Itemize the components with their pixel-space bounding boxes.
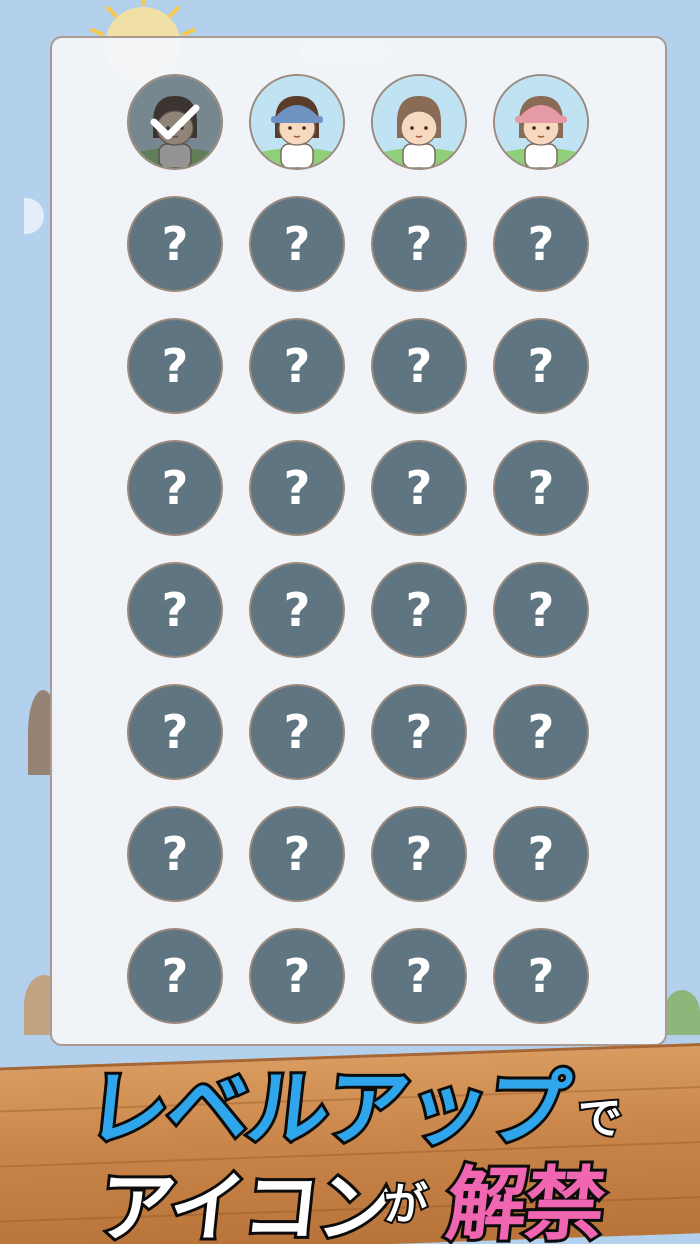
locked-icon-slot[interactable]: ? (127, 684, 223, 780)
locked-icon-slot[interactable]: ? (371, 562, 467, 658)
locked-icon-slot[interactable]: ? (127, 928, 223, 1024)
question-mark-icon: ? (283, 705, 311, 759)
question-mark-icon: ? (527, 705, 555, 759)
icon-slot-avatar-brown-hair[interactable] (371, 74, 467, 170)
hill-decoration (664, 990, 700, 1035)
icon-slot-avatar-blue-cap[interactable] (249, 74, 345, 170)
question-mark-icon: ? (161, 583, 189, 637)
question-mark-icon: ? (405, 461, 433, 515)
question-mark-icon: ? (405, 705, 433, 759)
avatar-icon (373, 76, 465, 168)
question-mark-icon: ? (405, 583, 433, 637)
locked-icon-slot[interactable]: ? (249, 196, 345, 292)
locked-icon-slot[interactable]: ? (249, 318, 345, 414)
question-mark-icon: ? (161, 949, 189, 1003)
locked-icon-slot[interactable]: ? (493, 806, 589, 902)
locked-icon-slot[interactable]: ? (127, 196, 223, 292)
question-mark-icon: ? (161, 339, 189, 393)
locked-icon-slot[interactable]: ? (371, 806, 467, 902)
question-mark-icon: ? (527, 583, 555, 637)
locked-icon-slot[interactable]: ? (249, 806, 345, 902)
question-mark-icon: ? (527, 461, 555, 515)
locked-icon-slot[interactable]: ? (493, 684, 589, 780)
question-mark-icon: ? (527, 827, 555, 881)
locked-icon-slot[interactable]: ? (493, 196, 589, 292)
locked-icon-slot[interactable]: ? (249, 562, 345, 658)
question-mark-icon: ? (283, 217, 311, 271)
question-mark-icon: ? (405, 217, 433, 271)
question-mark-icon: ? (405, 827, 433, 881)
locked-icon-slot[interactable]: ? (371, 440, 467, 536)
question-mark-icon: ? (283, 583, 311, 637)
question-mark-icon: ? (161, 705, 189, 759)
question-mark-icon: ? (161, 827, 189, 881)
avatar-icon (495, 76, 587, 168)
selected-check-icon (129, 76, 221, 168)
avatar-icon (251, 76, 343, 168)
locked-icon-slot[interactable]: ? (127, 806, 223, 902)
icon-slot-avatar-dark-hair-selected[interactable] (127, 74, 223, 170)
locked-icon-slot[interactable]: ? (493, 562, 589, 658)
icon-grid: ???????????????????????????? (127, 74, 589, 1024)
question-mark-icon: ? (161, 461, 189, 515)
locked-icon-slot[interactable]: ? (371, 318, 467, 414)
locked-icon-slot[interactable]: ? (127, 562, 223, 658)
question-mark-icon: ? (161, 217, 189, 271)
question-mark-icon: ? (527, 949, 555, 1003)
locked-icon-slot[interactable]: ? (249, 928, 345, 1024)
locked-icon-slot[interactable]: ? (371, 684, 467, 780)
banner-line2: アイコン (92, 1160, 400, 1244)
locked-icon-slot[interactable]: ? (127, 440, 223, 536)
banner-particle-ga: が (382, 1177, 430, 1232)
icon-slot-avatar-pink-cap[interactable] (493, 74, 589, 170)
cloud-decoration (24, 198, 44, 234)
question-mark-icon: ? (283, 949, 311, 1003)
locked-icon-slot[interactable]: ? (493, 928, 589, 1024)
question-mark-icon: ? (527, 217, 555, 271)
locked-icon-slot[interactable]: ? (493, 318, 589, 414)
question-mark-icon: ? (405, 339, 433, 393)
question-mark-icon: ? (527, 339, 555, 393)
banner-particle-de: で (576, 1091, 624, 1146)
question-mark-icon: ? (283, 339, 311, 393)
locked-icon-slot[interactable]: ? (249, 684, 345, 780)
locked-icon-slot[interactable]: ? (127, 318, 223, 414)
locked-icon-slot[interactable]: ? (371, 928, 467, 1024)
banner-highlight: 解禁 (439, 1155, 611, 1244)
question-mark-icon: ? (283, 461, 311, 515)
question-mark-icon: ? (405, 949, 433, 1003)
locked-icon-slot[interactable]: ? (493, 440, 589, 536)
question-mark-icon: ? (283, 827, 311, 881)
locked-icon-slot[interactable]: ? (371, 196, 467, 292)
locked-icon-slot[interactable]: ? (249, 440, 345, 536)
